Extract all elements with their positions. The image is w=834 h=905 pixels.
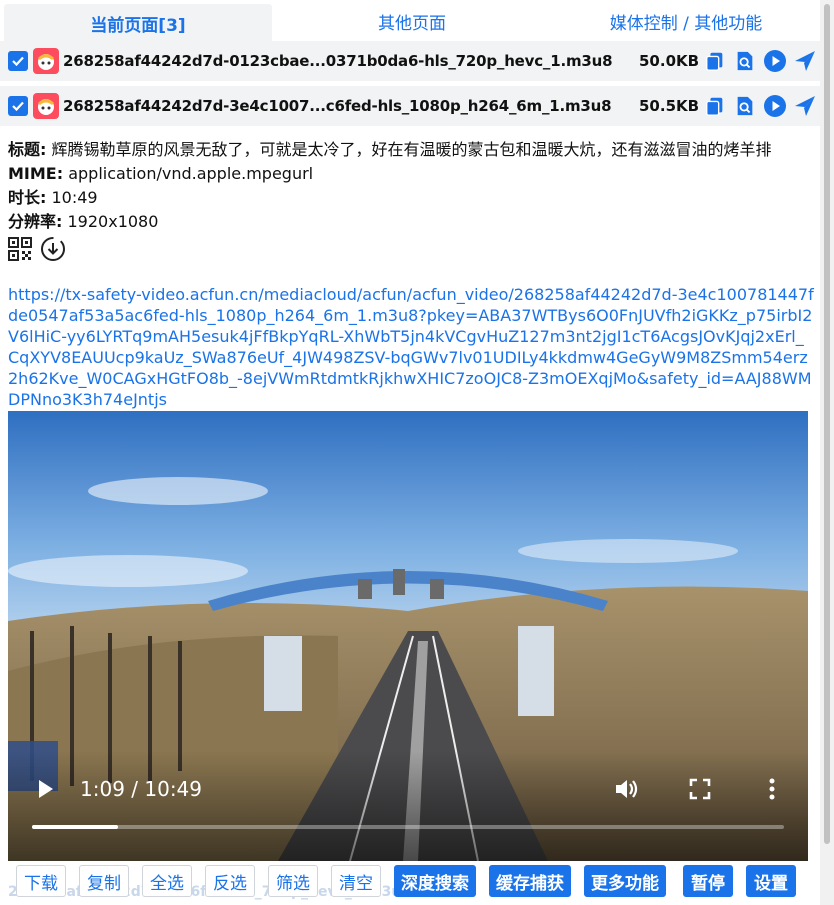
tab-media-control[interactable]: 媒体控制 / 其他功能 xyxy=(552,0,820,42)
send-icon[interactable] xyxy=(793,49,817,73)
tab-other-pages[interactable]: 其他页面 xyxy=(272,0,552,42)
duration-value: 10:49 xyxy=(51,188,98,207)
send-icon[interactable] xyxy=(793,94,817,118)
media-list-item: 268258af44242d7d-3e4c1007...c6fed-hls_10… xyxy=(0,86,820,126)
resolution-label: 分辨率: xyxy=(8,212,63,231)
download-circle-icon[interactable] xyxy=(40,236,66,262)
tab-current-page[interactable]: 当前页面[3] xyxy=(4,4,272,42)
more-vert-icon[interactable] xyxy=(764,775,780,803)
scrollbar[interactable] xyxy=(820,0,834,905)
settings-button[interactable]: 设置 xyxy=(746,865,796,897)
duration-label: 时长: xyxy=(8,188,47,207)
copy-button[interactable]: 复制 xyxy=(79,865,129,897)
copy-icon[interactable] xyxy=(703,49,727,73)
video-player[interactable]: 1:09 / 10:49 xyxy=(8,411,808,861)
qrcode-icon[interactable] xyxy=(8,237,32,261)
fullscreen-icon[interactable] xyxy=(688,777,712,801)
tab-bar: 当前页面[3] 其他页面 媒体控制 / 其他功能 xyxy=(0,0,820,42)
select-all-button[interactable]: 全选 xyxy=(142,865,192,897)
media-filename[interactable]: 268258af44242d7d-3e4c1007...c6fed-hls_10… xyxy=(63,97,631,115)
title-line: 标题: 辉腾锡勒草原的风景无敌了，可就是太冷了，好在有温暖的蒙古包和温暖大炕，还… xyxy=(8,138,814,162)
video-progress-track[interactable] xyxy=(32,825,784,829)
download-button[interactable]: 下载 xyxy=(16,865,66,897)
media-info: 标题: 辉腾锡勒草原的风景无敌了，可就是太冷了，好在有温暖的蒙古包和温暖大炕，还… xyxy=(8,138,814,263)
video-controls xyxy=(8,751,808,861)
filter-button[interactable]: 筛选 xyxy=(268,865,318,897)
search-icon[interactable] xyxy=(733,49,757,73)
acfun-site-icon xyxy=(33,48,59,74)
bottom-toolbar: 268258af44242d7d-...c6fed-hls_720p_hevc_… xyxy=(0,862,820,905)
resolution-line: 分辨率: 1920x1080 xyxy=(8,210,814,234)
search-icon[interactable] xyxy=(733,94,757,118)
deep-search-button[interactable]: 深度搜索 xyxy=(394,865,476,897)
media-size: 50.5KB xyxy=(639,97,700,115)
checkbox-icon[interactable] xyxy=(8,51,28,71)
scrollbar-thumb[interactable] xyxy=(824,4,830,844)
media-list-item: 268258af44242d7d-0123cbae...0371b0da6-hl… xyxy=(0,41,820,81)
resolution-value: 1920x1080 xyxy=(67,212,159,231)
checkbox-icon[interactable] xyxy=(8,96,28,116)
video-time: 1:09 / 10:49 xyxy=(80,777,203,801)
title-value: 辉腾锡勒草原的风景无敌了，可就是太冷了，好在有温暖的蒙古包和温暖大炕，还有滋滋冒… xyxy=(51,140,772,159)
more-functions-button[interactable]: 更多功能 xyxy=(584,865,666,897)
volume-icon[interactable] xyxy=(612,775,640,803)
mime-label: MIME: xyxy=(8,164,64,183)
pause-button[interactable]: 暂停 xyxy=(683,865,733,897)
mime-value: application/vnd.apple.mpegurl xyxy=(68,164,314,183)
media-url-link[interactable]: https://tx-safety-video.acfun.cn/mediacl… xyxy=(8,284,814,410)
cache-capture-button[interactable]: 缓存捕获 xyxy=(489,865,571,897)
copy-icon[interactable] xyxy=(703,94,727,118)
play-icon[interactable] xyxy=(763,94,787,118)
video-progress-fill xyxy=(32,825,119,829)
media-size: 50.0KB xyxy=(639,52,700,70)
play-icon[interactable] xyxy=(763,49,787,73)
acfun-site-icon xyxy=(33,93,59,119)
media-filename[interactable]: 268258af44242d7d-0123cbae...0371b0da6-hl… xyxy=(63,52,631,70)
clear-button[interactable]: 清空 xyxy=(331,865,381,897)
button-group: 下载 复制 全选 反选 筛选 清空 深度搜索 缓存捕获 更多功能 暂停 设置 xyxy=(16,865,796,897)
title-label: 标题: xyxy=(8,140,47,159)
invert-selection-button[interactable]: 反选 xyxy=(205,865,255,897)
mime-line: MIME: application/vnd.apple.mpegurl xyxy=(8,162,814,186)
duration-line: 时长: 10:49 xyxy=(8,186,814,210)
play-icon[interactable] xyxy=(32,776,58,802)
